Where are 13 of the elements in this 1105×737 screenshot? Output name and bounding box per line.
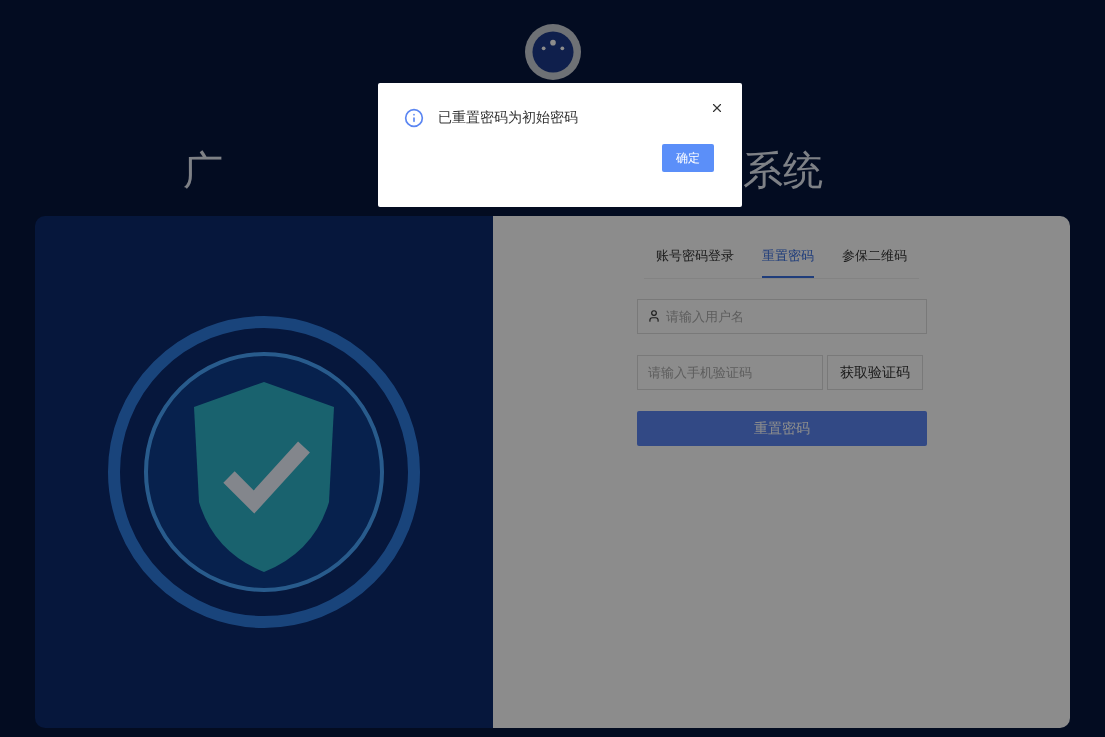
info-icon [404, 107, 424, 128]
tab[interactable]: 账号密码登录 [656, 242, 734, 278]
page-title: 广 [182, 147, 223, 194]
emblem-icon [524, 24, 581, 80]
close-icon[interactable] [710, 101, 724, 115]
ok-button[interactable]: 确定 [662, 144, 714, 172]
tab[interactable]: 重置密码 [762, 242, 814, 278]
user-icon [646, 308, 661, 323]
page-title: 系统 [742, 147, 823, 194]
get-code-button[interactable]: 获取验证码 [826, 354, 923, 390]
tab[interactable]: 参保二维码 [842, 242, 907, 278]
dialog-message: 已重置密码为初始密码 [438, 108, 578, 127]
reset-password-button[interactable]: 重置密码 [636, 410, 927, 446]
